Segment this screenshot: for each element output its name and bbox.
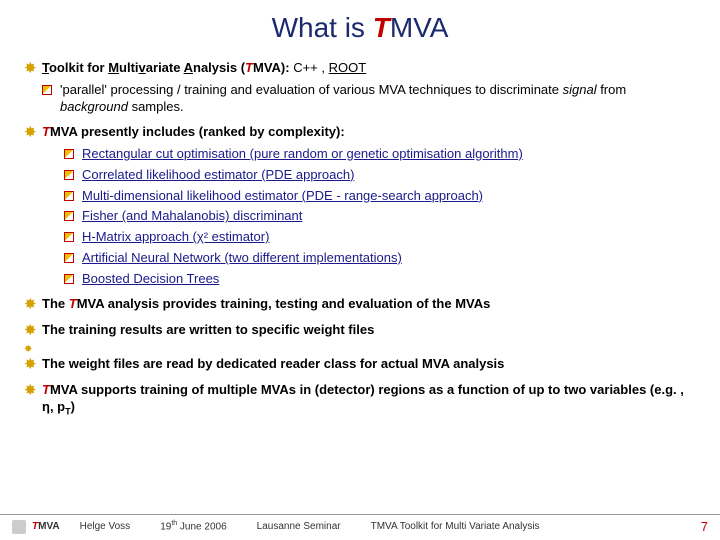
slide-footer: TMVA Helge Voss 19th June 2006 Lausanne … <box>0 514 720 534</box>
method-label: Rectangular cut optimisation (pure rando… <box>82 146 696 163</box>
star-icon: ✸ <box>24 296 42 314</box>
star-icon: ✸ <box>24 60 42 78</box>
logo-icon <box>12 520 26 534</box>
footer-brand: TMVA <box>32 521 60 532</box>
footer-event: Lausanne Seminar <box>257 521 341 532</box>
star-icon: ✸ <box>24 124 42 142</box>
star-icon: ✸ <box>24 322 42 340</box>
square-icon <box>64 274 74 284</box>
star-icon: ✸ <box>24 344 42 356</box>
square-icon <box>64 232 74 242</box>
method-item: H-Matrix approach (χ² estimator) <box>46 229 696 246</box>
square-icon <box>64 191 74 201</box>
page-number: 7 <box>701 519 708 534</box>
star-icon: ✸ <box>24 356 42 374</box>
method-item: Correlated likelihood estimator (PDE app… <box>46 167 696 184</box>
bullet-regions: ✸ TMVA supports training of multiple MVA… <box>24 382 696 418</box>
bullet-analysis: ✸ The TMVA analysis provides training, t… <box>24 296 696 314</box>
footer-author: Helge Voss <box>80 521 131 532</box>
method-label: Boosted Decision Trees <box>82 271 696 288</box>
bullet-spacer: ✸ <box>24 344 696 356</box>
square-icon <box>64 170 74 180</box>
bullet-reader: ✸ The weight files are read by dedicated… <box>24 356 696 374</box>
method-item: Artificial Neural Network (two different… <box>46 250 696 267</box>
method-label: Correlated likelihood estimator (PDE app… <box>82 167 696 184</box>
slide-content: ✸ Toolkit for Multivariate Analysis (TMV… <box>0 44 720 418</box>
square-icon <box>64 253 74 263</box>
method-item: Boosted Decision Trees <box>46 271 696 288</box>
method-label: Fisher (and Mahalanobis) discriminant <box>82 208 696 225</box>
method-label: Artificial Neural Network (two different… <box>82 250 696 267</box>
method-label: H-Matrix approach (χ² estimator) <box>82 229 696 246</box>
bullet-includes: ✸ TMVA presently includes (ranked by com… <box>24 124 696 142</box>
methods-list: Rectangular cut optimisation (pure rando… <box>46 146 696 288</box>
star-icon: ✸ <box>24 382 42 400</box>
footer-date: 19th June 2006 <box>160 520 226 532</box>
method-item: Multi-dimensional likelihood estimator (… <box>46 188 696 205</box>
square-icon <box>42 85 52 95</box>
slide-title: What is TMVA <box>0 0 720 44</box>
footer-desc: TMVA Toolkit for Multi Variate Analysis <box>371 521 701 532</box>
bullet-weight-files: ✸ The training results are written to sp… <box>24 322 696 340</box>
method-item: Fisher (and Mahalanobis) discriminant <box>46 208 696 225</box>
bullet-toolkit: ✸ Toolkit for Multivariate Analysis (TMV… <box>24 60 696 78</box>
method-label: Multi-dimensional likelihood estimator (… <box>82 188 696 205</box>
method-item: Rectangular cut optimisation (pure rando… <box>46 146 696 163</box>
square-icon <box>64 211 74 221</box>
square-icon <box>64 149 74 159</box>
sub-bullet-parallel: 'parallel' processing / training and eva… <box>24 82 696 116</box>
